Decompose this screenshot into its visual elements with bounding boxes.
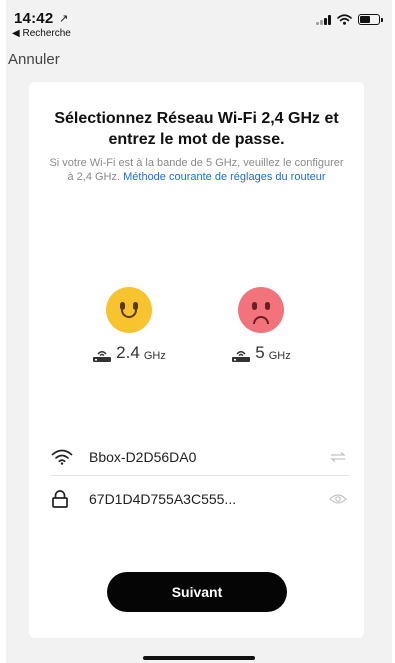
wifi-status-icon (337, 14, 352, 25)
router-icon (93, 351, 112, 362)
band-hint: Si votre Wi-Fi est à la bande de 5 GHz, … (49, 156, 344, 184)
status-time: 14:42 (14, 10, 54, 27)
band-5ghz-value: 5 (255, 343, 265, 362)
next-button[interactable]: Suivant (107, 572, 287, 612)
band-2-4ghz-unit: GHz (143, 350, 166, 362)
wifi-setup-card: Sélectionnez Réseau Wi-Fi 2,4 GHz et ent… (29, 82, 364, 638)
wifi-password-row[interactable]: 67D1D4D755A3C555... (51, 480, 349, 518)
location-arrow-icon: ↗ (59, 13, 69, 25)
router-settings-link[interactable]: Méthode courante de réglages du routeur (123, 171, 325, 183)
page-title: Sélectionnez Réseau Wi-Fi 2,4 GHz et ent… (54, 110, 339, 148)
status-bar: 14:42 ↗ ◀ Recherche (12, 10, 384, 40)
battery-icon (358, 14, 383, 25)
back-to-app-link[interactable]: ◀ Recherche (12, 28, 71, 39)
wifi-ssid-field[interactable]: Bbox-D2D56DA0 (89, 449, 327, 465)
band-5ghz-unit: GHz (268, 350, 291, 362)
band-5ghz: 5 GHz (216, 287, 306, 363)
cellular-signal-icon (316, 14, 331, 25)
status-icons (316, 14, 383, 25)
screen-edge-left (0, 0, 6, 663)
happy-face-icon (106, 287, 152, 333)
cancel-button[interactable]: Annuler (8, 51, 60, 68)
band-2-4ghz: 2.4 GHz (84, 287, 174, 363)
sad-face-icon (238, 287, 284, 333)
eye-icon[interactable] (327, 491, 349, 507)
wifi-ssid-row[interactable]: Bbox-D2D56DA0 (51, 438, 349, 476)
band-2-4ghz-label: 2.4 GHz (84, 343, 174, 363)
band-5ghz-label: 5 GHz (216, 343, 306, 363)
lock-icon (51, 489, 77, 509)
router-icon (232, 351, 251, 362)
switch-network-icon[interactable] (327, 449, 349, 465)
home-indicator[interactable] (143, 656, 255, 660)
wifi-password-field[interactable]: 67D1D4D755A3C555... (89, 491, 327, 507)
wifi-icon (51, 447, 77, 467)
band-2-4ghz-value: 2.4 (116, 343, 140, 362)
